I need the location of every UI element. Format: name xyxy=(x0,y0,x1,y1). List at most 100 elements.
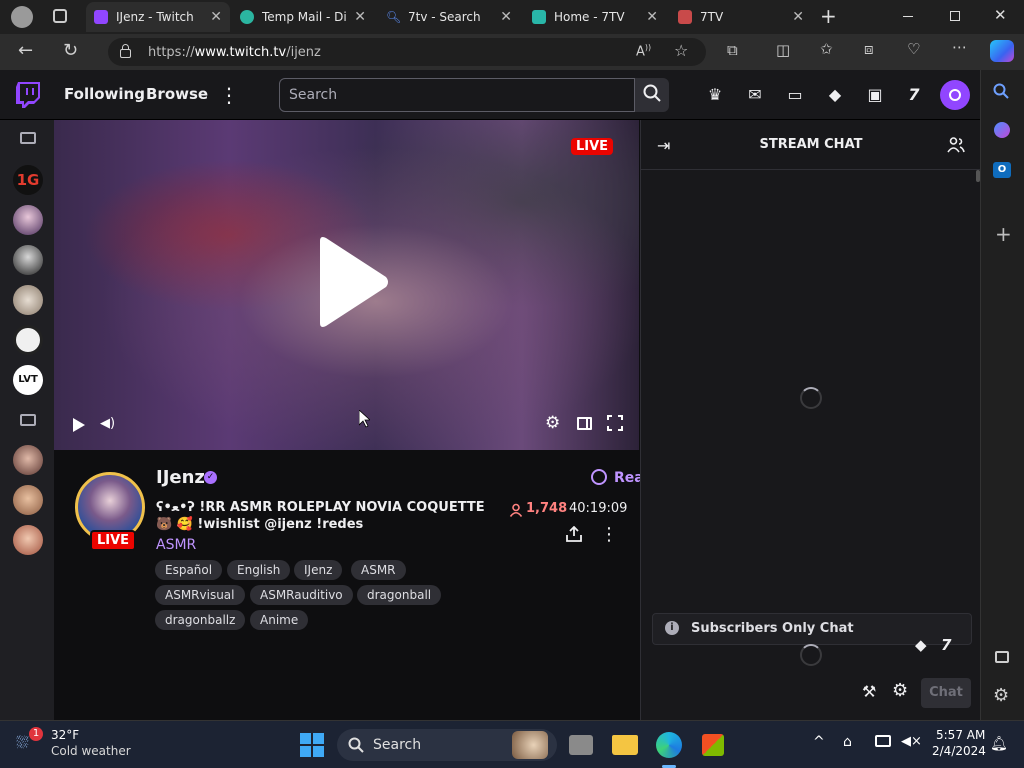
hide-sidebar-icon[interactable] xyxy=(995,651,1009,663)
start-windows-icon[interactable] xyxy=(300,733,324,757)
split-screen-icon[interactable]: ◫ xyxy=(776,41,790,59)
fullscreen-icon[interactable] xyxy=(607,415,623,435)
collections-icon[interactable]: ⧈ xyxy=(864,40,874,58)
search-button[interactable] xyxy=(635,78,669,112)
channel-avatar[interactable] xyxy=(13,205,43,235)
share-icon[interactable] xyxy=(566,525,582,546)
channel-avatar[interactable] xyxy=(13,245,43,275)
theatre-mode-icon[interactable] xyxy=(577,417,592,430)
react-icon[interactable] xyxy=(591,469,607,485)
tag[interactable]: IJenz xyxy=(294,560,343,580)
tab-close-icon[interactable]: ✕ xyxy=(500,9,512,25)
tab-home-7tv[interactable]: Home - 7TV ✕ xyxy=(524,2,666,32)
user-avatar[interactable] xyxy=(940,80,970,110)
copilot-icon[interactable] xyxy=(990,40,1014,62)
whispers-icon[interactable]: ▭ xyxy=(784,84,806,106)
back-icon[interactable]: ← xyxy=(18,40,33,61)
tag[interactable]: dragonball xyxy=(357,585,442,605)
bits-icon[interactable]: ◆ xyxy=(915,636,927,654)
volume-icon[interactable]: ◀︎) xyxy=(100,416,115,431)
tag[interactable]: ASMR xyxy=(351,560,406,580)
more-menu-icon[interactable]: ⋯ xyxy=(952,38,967,56)
more-vertical-icon[interactable]: ⋮ xyxy=(218,84,240,106)
sidebar-settings-icon[interactable]: ⚙ xyxy=(993,685,1009,706)
tab-close-icon[interactable]: ✕ xyxy=(792,9,804,25)
refresh-icon[interactable]: ↻ xyxy=(63,40,78,61)
display-icon[interactable] xyxy=(875,735,891,747)
tab-temp-mail[interactable]: Temp Mail - Di ✕ xyxy=(232,2,374,32)
volume-muted-icon[interactable]: ◀︎× xyxy=(901,734,922,749)
restore-icon[interactable] xyxy=(950,11,960,21)
tab-7tv[interactable]: 7TV ✕ xyxy=(670,2,812,32)
community-users-icon[interactable] xyxy=(947,136,965,158)
clock-time[interactable]: 5:57 AM xyxy=(936,728,985,742)
edge-copilot-icon[interactable] xyxy=(994,122,1010,138)
lock-icon[interactable] xyxy=(120,44,131,58)
channel-avatar[interactable]: 1G xyxy=(13,165,43,195)
outlook-icon[interactable]: O xyxy=(993,162,1011,178)
network-icon[interactable]: ⌂ xyxy=(843,734,852,750)
tab-actions-icon[interactable] xyxy=(53,9,67,23)
read-aloud-icon[interactable]: A)) xyxy=(636,43,651,59)
7tv-logo-icon[interactable]: 7 xyxy=(903,84,925,106)
turbo-icon[interactable]: ▣ xyxy=(864,84,886,106)
performance-icon[interactable]: ♡ xyxy=(907,40,920,58)
add-sidebar-app-icon[interactable]: + xyxy=(995,222,1012,246)
tag[interactable]: ASMRvisual xyxy=(155,585,245,605)
play-icon[interactable] xyxy=(73,417,85,436)
edge-browser-icon[interactable] xyxy=(656,732,682,758)
tab-twitch[interactable]: IJenz - Twitch ✕ xyxy=(86,2,230,32)
video-player[interactable]: LIVE ◀︎) ⚙ xyxy=(54,120,639,450)
channel-avatar[interactable] xyxy=(13,525,43,555)
tag[interactable]: Anime xyxy=(250,610,309,630)
search-input[interactable]: Search xyxy=(279,78,635,112)
channel-avatar[interactable] xyxy=(13,325,43,355)
chat-settings-gear-icon[interactable]: ⚙ xyxy=(892,680,908,701)
weather-desc[interactable]: Cold weather xyxy=(51,744,131,758)
weather-temp[interactable]: 32°F xyxy=(51,728,79,742)
tag[interactable]: dragonballz xyxy=(155,610,246,630)
extensions-icon[interactable]: ⧉ xyxy=(727,41,738,59)
inbox-icon[interactable]: ✉ xyxy=(744,84,766,106)
clock-date[interactable]: 2/4/2024 xyxy=(932,744,986,758)
new-tab-icon[interactable]: + xyxy=(820,4,837,28)
more-options-icon[interactable]: ⋮ xyxy=(600,524,618,545)
moderation-icon[interactable]: ⚒ xyxy=(862,682,876,701)
tab-7tv-search[interactable]: 🔍︎ 7tv - Search ✕ xyxy=(378,2,520,32)
nav-browse[interactable]: Browse xyxy=(146,85,208,103)
tag[interactable]: English xyxy=(227,560,291,580)
tag[interactable]: ASMRauditivo xyxy=(250,585,353,605)
notification-bell-icon[interactable]: 🔔︎ xyxy=(990,736,1008,752)
camera-icon[interactable] xyxy=(20,132,36,144)
file-explorer-icon[interactable] xyxy=(612,735,638,755)
show-hidden-icons-icon[interactable]: ^ xyxy=(813,734,825,750)
settings-gear-icon[interactable]: ⚙ xyxy=(545,413,560,433)
channel-avatar[interactable]: LVT xyxy=(13,365,43,395)
chat-send-button[interactable]: Chat xyxy=(921,678,971,708)
big-play-icon[interactable] xyxy=(316,235,390,333)
nav-following[interactable]: Following xyxy=(64,85,145,103)
7tv-emote-icon[interactable]: 7 xyxy=(941,636,951,654)
close-window-icon[interactable]: ✕ xyxy=(994,6,1007,24)
microsoft-store-icon[interactable] xyxy=(702,734,724,756)
channel-avatar[interactable] xyxy=(13,285,43,315)
favorites-icon[interactable]: ✩ xyxy=(820,40,833,58)
edge-search-icon[interactable] xyxy=(993,83,1009,103)
profile-avatar[interactable] xyxy=(11,6,33,28)
channel-name[interactable]: IJenz xyxy=(156,467,205,488)
minimize-icon[interactable] xyxy=(903,16,913,17)
prime-crown-icon[interactable]: ♛ xyxy=(704,84,726,106)
tab-close-icon[interactable]: ✕ xyxy=(210,9,222,25)
camera-icon[interactable] xyxy=(20,414,36,426)
channel-avatar[interactable] xyxy=(13,485,43,515)
url-field[interactable]: https://www.twitch.tv/ijenz A)) ☆ xyxy=(108,38,706,66)
channel-avatar[interactable] xyxy=(13,445,43,475)
stream-category-link[interactable]: ASMR xyxy=(156,537,196,553)
tag[interactable]: Español xyxy=(155,560,223,580)
bits-gem-icon[interactable]: ◆ xyxy=(824,84,846,106)
twitch-logo-icon[interactable] xyxy=(16,82,40,108)
favorite-star-icon[interactable]: ☆ xyxy=(674,41,688,60)
task-view-icon[interactable] xyxy=(569,735,593,755)
tab-close-icon[interactable]: ✕ xyxy=(354,9,366,25)
tab-close-icon[interactable]: ✕ xyxy=(646,9,658,25)
